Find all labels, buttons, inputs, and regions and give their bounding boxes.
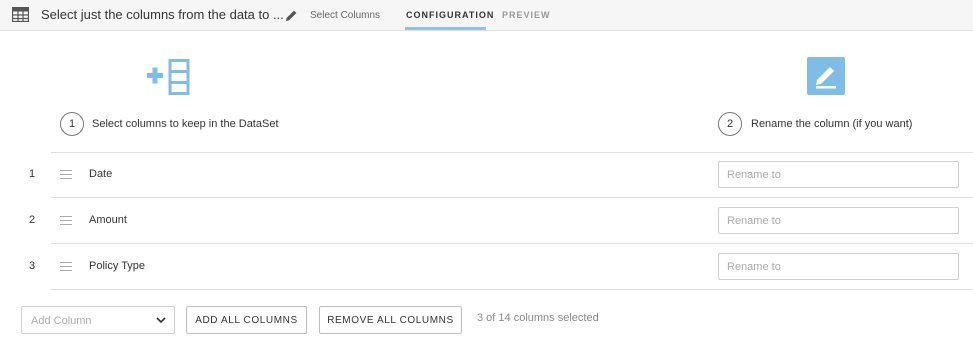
rename-input[interactable]	[718, 161, 959, 188]
rename-input[interactable]	[718, 253, 959, 280]
top-bar: Select just the columns from the data to…	[0, 0, 973, 31]
step-2-label: Rename the column (if you want)	[751, 118, 913, 130]
drag-handle-icon[interactable]	[60, 216, 72, 225]
add-columns-icon	[147, 59, 190, 95]
row-number: 2	[28, 214, 36, 226]
chevron-down-icon	[156, 317, 166, 324]
row-number: 1	[28, 168, 36, 180]
table-icon	[12, 7, 29, 22]
step-1-label: Select columns to keep in the DataSet	[92, 118, 279, 130]
rename-input[interactable]	[718, 207, 959, 234]
divider	[51, 197, 973, 198]
selected-count: 3 of 14 columns selected	[477, 312, 599, 324]
drag-handle-icon[interactable]	[60, 170, 72, 179]
column-name: Amount	[89, 214, 127, 226]
add-column-placeholder: Add Column	[31, 315, 92, 327]
column-name: Date	[89, 168, 113, 180]
add-column-select[interactable]: Add Column	[21, 306, 175, 334]
step-2-number: 2	[718, 112, 742, 136]
divider	[51, 152, 973, 153]
divider	[51, 243, 973, 244]
tile-subtitle: Select Columns	[310, 10, 381, 21]
step-1-number: 1	[60, 112, 84, 136]
tab-preview[interactable]: PREVIEW	[502, 10, 551, 20]
pencil-icon[interactable]	[285, 9, 298, 22]
rename-icon	[807, 57, 845, 95]
add-all-columns-button[interactable]: ADD ALL COLUMNS	[186, 306, 307, 334]
remove-all-columns-button[interactable]: REMOVE ALL COLUMNS	[319, 306, 462, 334]
divider	[51, 289, 973, 290]
recipe-title[interactable]: Select just the columns from the data to…	[41, 7, 284, 22]
drag-handle-icon[interactable]	[60, 262, 72, 271]
row-number: 3	[28, 260, 36, 272]
column-name: Policy Type	[89, 260, 146, 272]
active-tab-indicator	[405, 27, 486, 30]
tab-configuration[interactable]: CONFIGURATION	[406, 10, 494, 20]
